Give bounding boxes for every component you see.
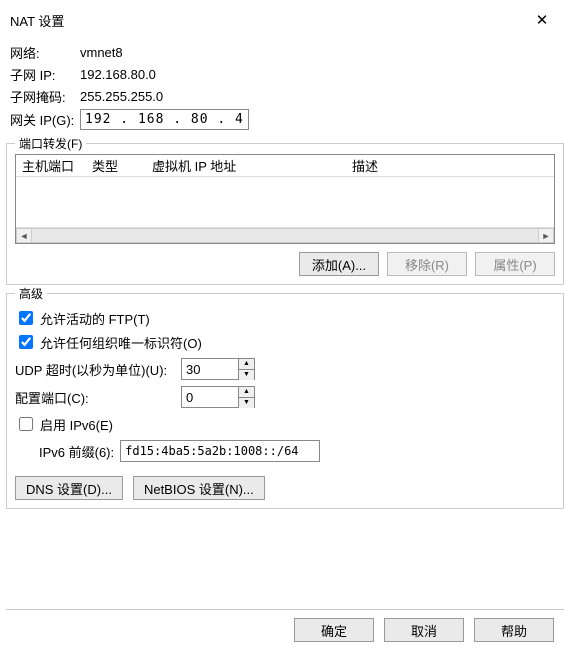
- scroll-right-icon[interactable]: ►: [538, 228, 554, 243]
- config-port-input[interactable]: [182, 387, 238, 407]
- allow-any-org-label: 允许任何组织唯一标识符(O): [40, 333, 202, 352]
- udp-timeout-spinner[interactable]: ▲▼: [181, 358, 255, 380]
- col-vm-ip[interactable]: 虚拟机 IP 地址: [146, 154, 346, 177]
- table-header: 主机端口 类型 虚拟机 IP 地址 描述: [16, 155, 554, 177]
- network-label: 网络:: [10, 43, 80, 62]
- remove-button: 移除(R): [387, 252, 467, 276]
- properties-button: 属性(P): [475, 252, 555, 276]
- network-value: vmnet8: [80, 45, 123, 60]
- add-button[interactable]: 添加(A)...: [299, 252, 379, 276]
- network-info: 网络: vmnet8 子网 IP: 192.168.80.0 子网掩码: 255…: [0, 38, 570, 135]
- allow-ftp-checkbox[interactable]: 允许活动的 FTP(T): [15, 308, 555, 328]
- cancel-button[interactable]: 取消: [384, 618, 464, 642]
- allow-ftp-label: 允许活动的 FTP(T): [40, 309, 150, 328]
- config-port-spinner[interactable]: ▲▼: [181, 386, 255, 408]
- netbios-settings-button[interactable]: NetBIOS 设置(N)...: [133, 476, 265, 500]
- spin-up-icon[interactable]: ▲: [239, 359, 254, 370]
- subnet-ip-value: 192.168.80.0: [80, 67, 156, 82]
- help-button[interactable]: 帮助: [474, 618, 554, 642]
- allow-ftp-input[interactable]: [19, 311, 33, 325]
- allow-any-org-checkbox[interactable]: 允许任何组织唯一标识符(O): [15, 332, 555, 352]
- advanced-group: 高级 允许活动的 FTP(T) 允许任何组织唯一标识符(O) UDP 超时(以秒…: [6, 293, 564, 509]
- title-bar: NAT 设置 ✕: [0, 0, 570, 38]
- enable-ipv6-input[interactable]: [19, 417, 33, 431]
- col-type[interactable]: 类型: [86, 154, 146, 177]
- close-icon[interactable]: ✕: [524, 8, 560, 32]
- config-port-label: 配置端口(C):: [15, 388, 175, 407]
- ipv6-prefix-label: IPv6 前缀(6):: [39, 442, 114, 461]
- subnet-mask-value: 255.255.255.0: [80, 89, 163, 104]
- col-host-port[interactable]: 主机端口: [16, 154, 86, 177]
- port-forward-table[interactable]: 主机端口 类型 虚拟机 IP 地址 描述 ◄ ►: [15, 154, 555, 244]
- port-forward-group: 端口转发(F) 主机端口 类型 虚拟机 IP 地址 描述 ◄ ► 添加(A)..…: [6, 143, 564, 285]
- window-title: NAT 设置: [10, 11, 64, 30]
- spin-up-icon[interactable]: ▲: [239, 387, 254, 398]
- dialog-footer: 确定 取消 帮助: [6, 609, 564, 650]
- scroll-track[interactable]: [32, 228, 538, 243]
- gateway-label: 网关 IP(G):: [10, 110, 80, 129]
- udp-timeout-input[interactable]: [182, 359, 238, 379]
- ok-button[interactable]: 确定: [294, 618, 374, 642]
- ipv6-prefix-input[interactable]: [120, 440, 320, 462]
- subnet-mask-label: 子网掩码:: [10, 87, 80, 106]
- gateway-input[interactable]: 192 . 168 . 80 . 4: [80, 109, 249, 130]
- udp-timeout-label: UDP 超时(以秒为单位)(U):: [15, 360, 175, 379]
- allow-any-org-input[interactable]: [19, 335, 33, 349]
- dns-settings-button[interactable]: DNS 设置(D)...: [15, 476, 123, 500]
- port-forward-title: 端口转发(F): [15, 135, 86, 152]
- spin-down-icon[interactable]: ▼: [239, 370, 254, 380]
- spin-down-icon[interactable]: ▼: [239, 398, 254, 408]
- enable-ipv6-checkbox[interactable]: 启用 IPv6(E): [15, 414, 555, 434]
- subnet-ip-label: 子网 IP:: [10, 65, 80, 84]
- col-desc[interactable]: 描述: [346, 154, 554, 177]
- scroll-left-icon[interactable]: ◄: [16, 228, 32, 243]
- enable-ipv6-label: 启用 IPv6(E): [40, 415, 113, 434]
- horizontal-scrollbar[interactable]: ◄ ►: [16, 227, 554, 243]
- advanced-title: 高级: [15, 285, 47, 302]
